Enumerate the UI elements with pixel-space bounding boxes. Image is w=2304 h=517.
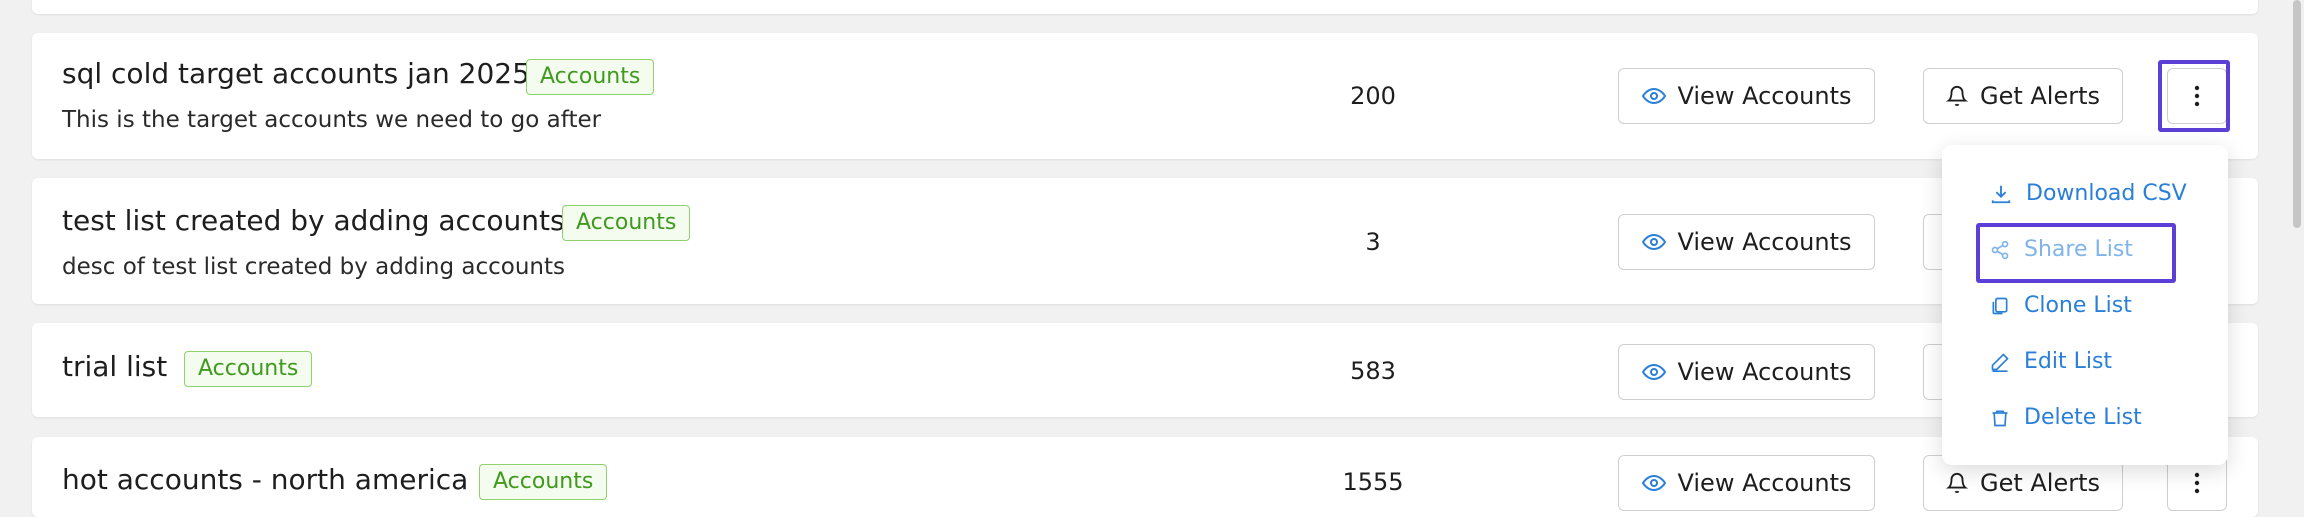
get-alerts-label: Get Alerts — [1979, 469, 2101, 497]
view-accounts-label: View Accounts — [1677, 228, 1852, 256]
list-type-badge: Accounts — [479, 464, 608, 500]
list-title[interactable]: test list created by adding accounts — [62, 204, 565, 237]
list-type-badge: Accounts — [526, 59, 655, 95]
download-icon — [1990, 183, 2012, 205]
previous-list-card — [32, 0, 2258, 14]
list-description: desc of test list created by adding acco… — [62, 254, 565, 280]
view-accounts-label: View Accounts — [1677, 358, 1852, 386]
list-type-badge: Accounts — [184, 351, 313, 387]
scrollbar-thumb[interactable] — [2293, 0, 2301, 228]
list-title[interactable]: sql cold target accounts jan 2025 — [62, 57, 530, 90]
view-accounts-button[interactable]: View Accounts — [1618, 344, 1875, 400]
menu-item-clone-list[interactable]: Clone List — [1990, 293, 2132, 318]
share-list-highlight — [1976, 223, 2176, 283]
bell-icon — [1945, 84, 1968, 108]
list-title[interactable]: hot accounts - north america — [62, 463, 468, 496]
kebab-menu-icon — [2194, 471, 2200, 495]
list-description: This is the target accounts we need to g… — [62, 107, 602, 133]
bell-icon — [1945, 471, 1968, 495]
eye-icon — [1641, 84, 1666, 108]
eye-icon — [1641, 471, 1666, 495]
vertical-scrollbar[interactable] — [2290, 0, 2304, 492]
more-options-highlight — [2158, 60, 2230, 132]
eye-icon — [1641, 230, 1666, 254]
pencil-icon — [1990, 352, 2010, 372]
list-title[interactable]: trial list — [62, 350, 167, 383]
menu-item-edit-list[interactable]: Edit List — [1990, 349, 2112, 374]
menu-item-label: Download CSV — [2026, 181, 2187, 206]
menu-item-label: Edit List — [2024, 349, 2113, 374]
list-actions-menu: Download CSV Share List Clone List Edit … — [1942, 145, 2228, 465]
list-count: 3 — [1365, 228, 1381, 256]
menu-item-download-csv[interactable]: Download CSV — [1990, 181, 2187, 206]
menu-item-label: Clone List — [2024, 293, 2132, 318]
list-count: 200 — [1350, 82, 1396, 110]
list-type-badge: Accounts — [562, 205, 691, 241]
view-accounts-button[interactable]: View Accounts — [1618, 455, 1875, 511]
trash-icon — [1990, 407, 2010, 429]
eye-icon — [1641, 360, 1666, 384]
view-accounts-label: View Accounts — [1677, 469, 1852, 497]
list-count: 583 — [1350, 357, 1396, 385]
view-accounts-label: View Accounts — [1677, 82, 1852, 110]
get-alerts-label: Get Alerts — [1979, 82, 2101, 110]
get-alerts-button[interactable]: Get Alerts — [1923, 68, 2123, 124]
view-accounts-button[interactable]: View Accounts — [1618, 214, 1875, 270]
menu-item-label: Delete List — [2024, 405, 2142, 430]
view-accounts-button[interactable]: View Accounts — [1618, 68, 1875, 124]
copy-icon — [1990, 295, 2010, 317]
menu-item-delete-list[interactable]: Delete List — [1990, 405, 2142, 430]
